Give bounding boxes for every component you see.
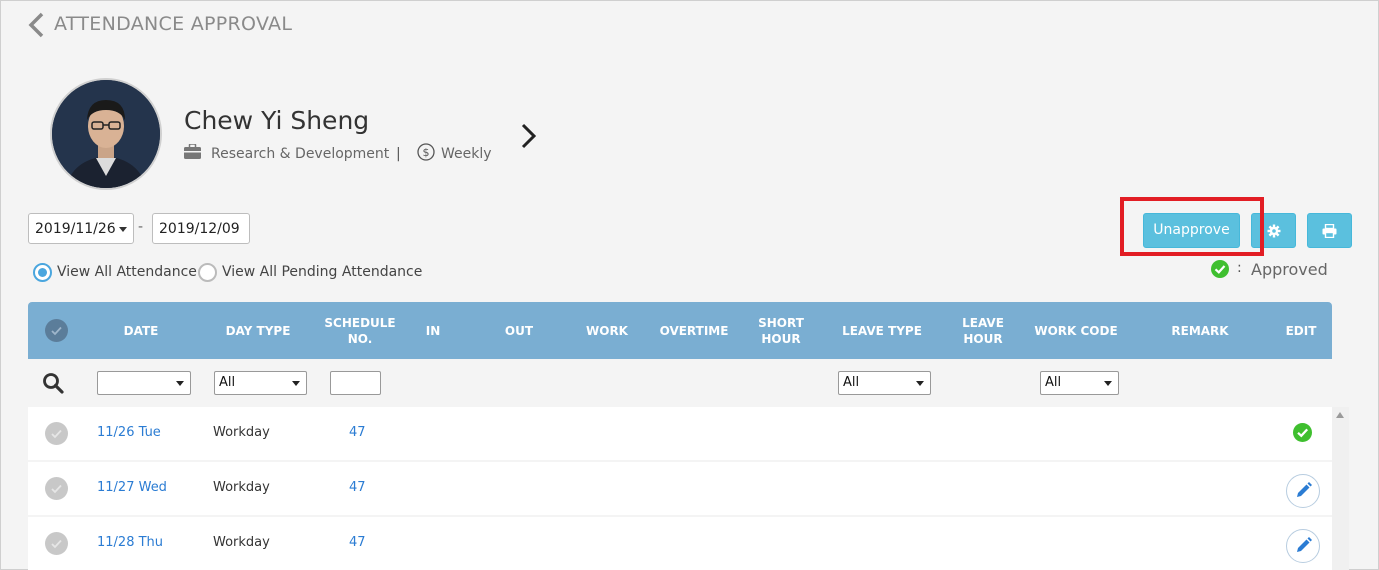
column-header-work[interactable]: WORK xyxy=(582,302,632,359)
employee-name: Chew Yi Sheng xyxy=(184,106,370,135)
table-row: 11/27 Wed Workday 47 xyxy=(28,462,1332,515)
edit-button[interactable] xyxy=(1286,529,1320,563)
column-header-leave-hour[interactable]: LEAVE HOUR xyxy=(953,302,1013,359)
column-header-work-code[interactable]: WORK CODE xyxy=(1028,302,1124,359)
start-date-value: 2019/11/26 xyxy=(35,221,116,237)
search-icon[interactable] xyxy=(42,372,64,394)
select-all-checkbox[interactable] xyxy=(45,319,68,342)
chevron-down-icon xyxy=(916,381,924,386)
day-type-filter-value: All xyxy=(219,375,236,390)
pay-cycle-label: Weekly xyxy=(441,146,492,162)
filter-row: All All All xyxy=(28,359,1332,407)
svg-text:$: $ xyxy=(423,146,430,159)
column-header-leave-type[interactable]: LEAVE TYPE xyxy=(834,302,930,359)
row-date-link[interactable]: 11/28 Thu xyxy=(97,535,163,550)
end-date-input[interactable]: 2019/12/09 xyxy=(152,213,250,244)
leave-type-filter-select[interactable]: All xyxy=(838,371,931,395)
column-header-schedule-no[interactable]: SCHEDULE NO. xyxy=(322,302,398,359)
chevron-down-icon xyxy=(1104,381,1112,386)
legend-colon: : xyxy=(1237,260,1242,276)
column-header-remark[interactable]: REMARK xyxy=(1160,302,1240,359)
view-pending-attendance-radio[interactable] xyxy=(198,263,217,282)
check-icon xyxy=(51,539,62,549)
check-icon xyxy=(51,429,62,439)
day-type-filter-select[interactable]: All xyxy=(214,371,307,395)
check-icon xyxy=(51,484,62,494)
column-header-edit[interactable]: EDIT xyxy=(1276,302,1326,359)
view-all-attendance-label[interactable]: View All Attendance xyxy=(57,263,197,282)
print-button[interactable] xyxy=(1307,213,1352,248)
row-schedule-no-link[interactable]: 47 xyxy=(349,480,366,495)
table-row: 11/28 Thu Workday 47 xyxy=(28,517,1332,570)
view-pending-attendance-label[interactable]: View All Pending Attendance xyxy=(222,263,422,282)
table-row: 11/26 Tue Workday 47 xyxy=(28,407,1332,460)
chevron-down-icon xyxy=(119,227,127,232)
end-date-value: 2019/12/09 xyxy=(159,221,240,237)
pencil-icon xyxy=(1297,537,1312,552)
avatar xyxy=(50,78,162,190)
date-filter-select[interactable] xyxy=(97,371,191,395)
row-day-type: Workday xyxy=(213,425,270,440)
edit-button[interactable] xyxy=(1286,474,1320,508)
row-checkbox[interactable] xyxy=(45,422,68,445)
chevron-down-icon xyxy=(292,381,300,386)
column-header-short-hour[interactable]: SHORT HOUR xyxy=(751,302,811,359)
check-icon xyxy=(51,326,62,336)
start-date-select[interactable]: 2019/11/26 xyxy=(28,213,134,244)
table-header: DATE DAY TYPE SCHEDULE NO. IN OUT WORK O… xyxy=(28,302,1332,359)
row-schedule-no-link[interactable]: 47 xyxy=(349,425,366,440)
approved-check-icon xyxy=(1293,423,1312,442)
row-day-type: Workday xyxy=(213,535,270,550)
printer-icon xyxy=(1322,223,1337,239)
briefcase-icon xyxy=(184,144,201,159)
column-header-overtime[interactable]: OVERTIME xyxy=(655,302,733,359)
approved-check-icon xyxy=(1211,260,1229,278)
separator: | xyxy=(396,146,401,162)
schedule-no-filter-input[interactable] xyxy=(330,371,381,395)
row-checkbox[interactable] xyxy=(45,532,68,555)
scroll-up-arrow-icon[interactable] xyxy=(1336,412,1344,418)
column-header-out[interactable]: OUT xyxy=(494,302,544,359)
view-all-attendance-radio[interactable] xyxy=(33,263,52,282)
row-schedule-no-link[interactable]: 47 xyxy=(349,535,366,550)
legend-approved-label: Approved xyxy=(1251,260,1328,279)
row-date-link[interactable]: 11/27 Wed xyxy=(97,480,167,495)
back-arrow-icon[interactable] xyxy=(25,11,47,39)
page-title: ATTENDANCE APPROVAL xyxy=(54,13,293,35)
highlight-frame xyxy=(1120,197,1264,256)
pencil-icon xyxy=(1297,482,1312,497)
work-code-filter-select[interactable]: All xyxy=(1040,371,1119,395)
chevron-down-icon xyxy=(176,381,184,386)
date-range-dash: - xyxy=(138,219,144,235)
leave-type-filter-value: All xyxy=(843,375,860,390)
table-scrollbar[interactable] xyxy=(1332,407,1349,570)
gear-icon xyxy=(1267,224,1280,238)
row-checkbox[interactable] xyxy=(45,477,68,500)
next-employee-icon[interactable] xyxy=(519,121,539,151)
work-code-filter-value: All xyxy=(1045,375,1062,390)
column-header-date[interactable]: DATE xyxy=(96,302,186,359)
column-header-in[interactable]: IN xyxy=(408,302,458,359)
row-date-link[interactable]: 11/26 Tue xyxy=(97,425,161,440)
dollar-circle-icon: $ xyxy=(417,143,435,161)
row-day-type: Workday xyxy=(213,480,270,495)
column-header-day-type[interactable]: DAY TYPE xyxy=(214,302,302,359)
department-label: Research & Development xyxy=(211,146,390,162)
